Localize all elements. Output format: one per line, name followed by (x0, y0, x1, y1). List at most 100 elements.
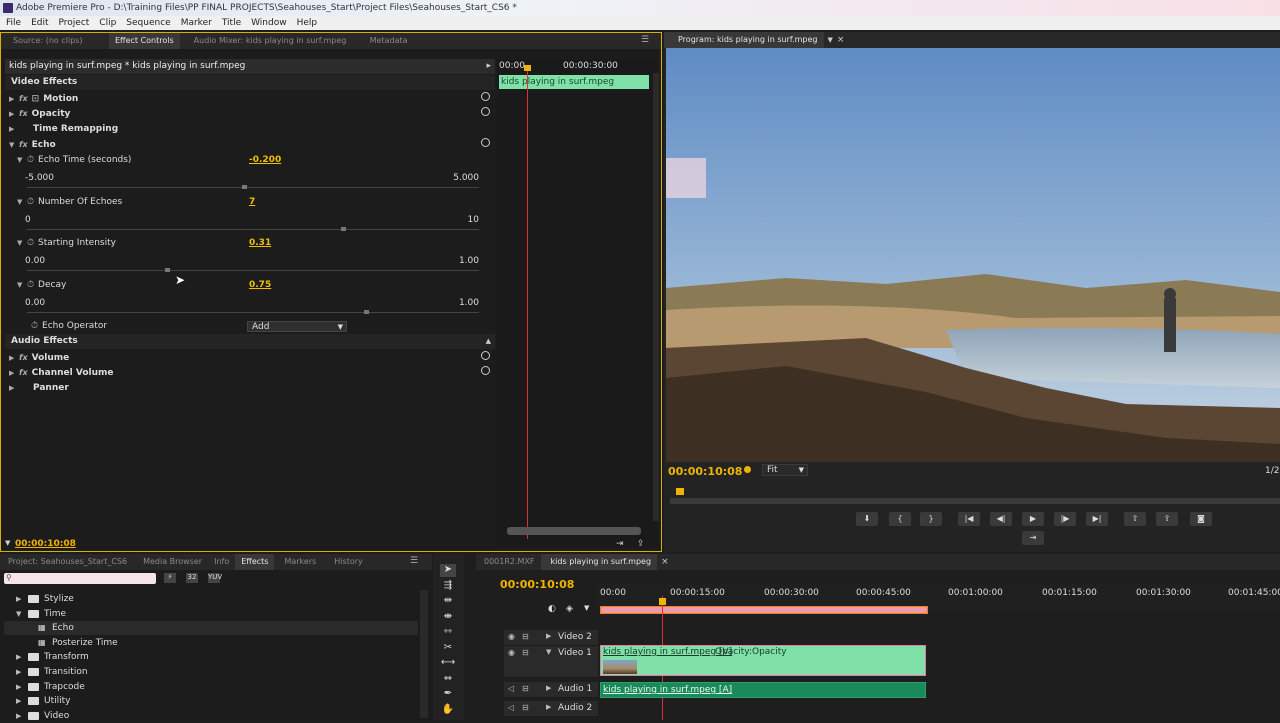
expand-icon[interactable]: ▶ (16, 592, 21, 606)
menu-sequence[interactable]: Sequence (126, 16, 170, 30)
track-header[interactable]: ◉ ⊟ ▼ Video 1 (504, 646, 598, 678)
effects-search-input[interactable]: ⚲ (4, 573, 156, 584)
video-clip[interactable]: kids playing in surf.mpeg [V] Opacity:Op… (600, 645, 926, 676)
sync-lock-icon[interactable]: ⊟ (522, 703, 529, 712)
param-value[interactable]: -0.200 (249, 155, 281, 165)
tab-info[interactable]: Info (208, 554, 235, 570)
param-value[interactable]: 7 (249, 197, 255, 207)
stopwatch-icon[interactable]: ⏱ (27, 280, 34, 290)
program-timecode[interactable]: 00:00:10:08 (668, 465, 742, 478)
play-button[interactable]: ▶ (1022, 512, 1044, 526)
mark-in-button[interactable]: { (889, 512, 911, 526)
fit-dropdown[interactable]: Fit ▼ (762, 464, 808, 476)
resolution-ratio[interactable]: 1/2 (1265, 466, 1279, 476)
eye-icon[interactable]: ◉ (508, 632, 515, 641)
export-icon[interactable]: ⇪ (637, 539, 645, 549)
slider-knob[interactable] (242, 185, 247, 189)
timeline-ruler[interactable]: 00:00 00:00:15:00 00:00:30:00 00:00:45:00 00… (598, 584, 1280, 614)
track-select-tool-icon[interactable]: ⇶ (440, 580, 456, 593)
slider-knob[interactable] (341, 227, 346, 231)
menu-file[interactable]: File (6, 16, 21, 30)
effect-panner[interactable]: ▶ Panner (9, 381, 69, 396)
tab-project[interactable]: Project: Seahouses_Start_CS6 (0, 554, 133, 570)
tab-program[interactable]: Program: kids playing in surf.mpeg (664, 32, 824, 48)
menu-window[interactable]: Window (251, 16, 287, 30)
expand-icon[interactable]: ▶ (9, 107, 19, 122)
reset-icon[interactable] (481, 138, 490, 147)
slider-knob[interactable] (165, 268, 170, 272)
button-editor-button[interactable]: ⇥ (1022, 531, 1044, 545)
fx-icon[interactable]: fx (19, 368, 28, 377)
mini-clip-bar[interactable]: kids playing in surf.mpeg (499, 75, 649, 89)
tab-metadata[interactable]: Metadata (360, 33, 414, 49)
step-back-button[interactable]: ◀| (990, 512, 1012, 526)
effect-motion[interactable]: ▶ fx ⊡ Motion (9, 91, 78, 106)
collapse-icon[interactable]: ▼ (16, 607, 21, 621)
go-to-in-button[interactable]: |◀ (958, 512, 980, 526)
sync-lock-icon[interactable]: ⊟ (522, 648, 529, 657)
stopwatch-icon[interactable]: ⏱ (27, 197, 34, 207)
collapse-icon[interactable]: ▼ (17, 278, 27, 293)
reset-icon[interactable] (481, 107, 490, 116)
tab-sequence-mxf[interactable]: 0001R2.MXF (476, 554, 541, 570)
snap-icon[interactable]: ◐ (548, 604, 556, 614)
slip-tool-icon[interactable]: ⟷ (440, 657, 456, 670)
tab-media-browser[interactable]: Media Browser (133, 554, 208, 570)
tree-item[interactable]: ▶ Stylize (4, 592, 418, 606)
menu-edit[interactable]: Edit (31, 16, 48, 30)
expand-icon[interactable]: ▶ (16, 650, 21, 664)
yuv-effects-icon[interactable]: YUV (208, 573, 222, 583)
echo-operator-dropdown[interactable]: Add ▼ (247, 321, 347, 332)
program-scrub-bar[interactable] (670, 498, 1280, 504)
menu-project[interactable]: Project (59, 16, 90, 30)
reset-icon[interactable] (481, 351, 490, 360)
expand-icon[interactable]: ▶ (9, 351, 19, 366)
tab-history[interactable]: History (322, 554, 368, 570)
tab-effects[interactable]: Effects (235, 554, 275, 570)
collapse-icon[interactable]: ▼ (17, 236, 27, 251)
expand-icon[interactable]: ▶ (16, 665, 21, 679)
track-expand-icon[interactable]: ▼ (546, 648, 551, 656)
param-value[interactable]: 0.31 (249, 238, 271, 248)
effect-echo[interactable]: ▼ fx Echo (9, 137, 56, 152)
effect-scrollbar[interactable] (653, 73, 659, 521)
mini-scrollbar[interactable] (507, 527, 641, 535)
show-timeline-toggle-icon[interactable]: ▸ (486, 59, 491, 74)
tree-item[interactable]: ▦ Posterize Time (4, 636, 418, 650)
tree-item[interactable]: ▼ Time (4, 607, 418, 621)
mini-playhead-handle[interactable] (524, 65, 531, 71)
tab-effect-controls[interactable]: Effect Controls (109, 33, 180, 49)
mini-playhead[interactable] (527, 69, 528, 539)
fx-icon[interactable]: fx (19, 109, 28, 118)
fx-icon[interactable]: fx (19, 353, 28, 362)
filter-icon[interactable]: ⇥ (616, 539, 624, 549)
collapse-icon[interactable]: ▼ (17, 153, 27, 168)
reset-icon[interactable] (481, 92, 490, 101)
track-expand-icon[interactable]: ▶ (546, 684, 551, 692)
panel-menu-icon[interactable]: ☰ (410, 556, 418, 566)
sync-lock-icon[interactable]: ⊟ (522, 632, 529, 641)
expand-icon[interactable]: ▶ (9, 122, 19, 137)
track-expand-icon[interactable]: ▶ (546, 632, 551, 640)
sync-lock-icon[interactable]: ⊟ (522, 684, 529, 693)
tab-audio-mixer[interactable]: Audio Mixer: kids playing in surf.mpeg (180, 33, 360, 49)
project-scrollbar[interactable] (420, 590, 428, 718)
tree-item[interactable]: ▶ Utility (4, 694, 418, 708)
speaker-icon[interactable]: ◁ (508, 703, 514, 712)
32bit-effects-icon[interactable]: 32 (186, 573, 198, 583)
stopwatch-icon[interactable]: ⏱ (27, 155, 34, 165)
slide-tool-icon[interactable]: ⇔ (440, 673, 456, 686)
track-header[interactable]: ◉ ⊟ ▶ Video 2 (504, 630, 598, 646)
effect-volume[interactable]: ▶ fx Volume (9, 350, 69, 365)
expand-icon[interactable]: ▶ (16, 694, 21, 708)
param-slider[interactable] (27, 268, 479, 272)
opacity-keyframe-label[interactable]: Opacity:Opacity (715, 647, 787, 657)
tree-item[interactable]: ▦ Echo (4, 621, 418, 636)
extract-button[interactable]: ⇪ (1156, 512, 1178, 526)
selection-tool-icon[interactable]: ➤ (440, 564, 456, 577)
effect-opacity[interactable]: ▶ fx Opacity (9, 106, 70, 121)
fx-icon[interactable]: fx (19, 140, 28, 149)
stopwatch-icon[interactable]: ⏱ (27, 238, 34, 248)
collapse-icon[interactable]: ▼ (9, 138, 19, 153)
step-forward-button[interactable]: |▶ (1054, 512, 1076, 526)
